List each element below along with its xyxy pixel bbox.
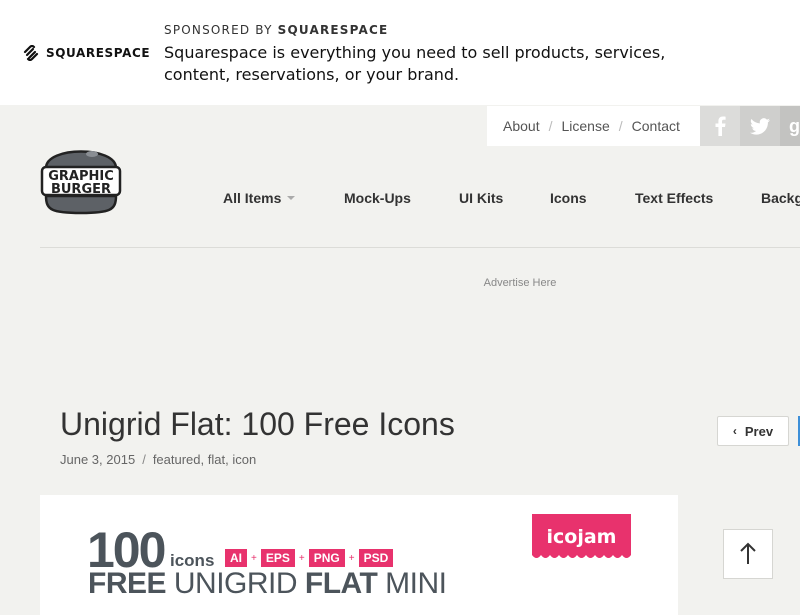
nav-backgrounds[interactable]: Backg (761, 190, 800, 206)
twitter-button[interactable] (740, 106, 780, 146)
plus-icon: + (298, 552, 305, 564)
preview-card[interactable]: 100 icons AI + EPS + PNG + PSD FREE UNIG… (40, 495, 678, 615)
back-to-top-button[interactable] (723, 529, 773, 579)
sponsor-text[interactable]: Squarespace is everything you need to se… (164, 42, 724, 86)
google-plus-icon: g (789, 115, 800, 136)
nav-all-items-label: All Items (223, 190, 282, 206)
icojam-badge-text: icojam (547, 526, 617, 548)
nav-text-effects[interactable]: Text Effects (635, 190, 713, 206)
arrow-up-icon (740, 542, 756, 564)
facebook-icon (715, 116, 726, 136)
sponsor-label-prefix: SPONSORED BY (164, 23, 273, 37)
about-link[interactable]: About (503, 118, 540, 134)
format-tag: PSD (358, 549, 394, 567)
prev-button-label: Prev (744, 423, 774, 439)
icojam-badge: icojam (532, 514, 631, 558)
post-date: June 3, 2015 (60, 452, 136, 467)
preview-mini: MINI (385, 567, 447, 600)
page-title: Unigrid Flat: 100 Free Icons (60, 406, 455, 442)
preview-subtitle: FREE UNIGRID FLAT MINI (88, 567, 447, 601)
preview-unigrid: UNIGRID (173, 567, 298, 600)
squarespace-logo[interactable]: SQUARESPACE (22, 44, 150, 62)
top-links: About / License / Contact (487, 106, 700, 146)
nav-mock-ups[interactable]: Mock-Ups (344, 190, 411, 206)
facebook-button[interactable] (700, 106, 740, 146)
plus-icon: + (251, 552, 257, 564)
squarespace-logo-text: SQUARESPACE (46, 46, 151, 60)
advertise-link[interactable]: Advertise Here (0, 277, 800, 289)
squarespace-icon (23, 45, 39, 61)
nav-ui-kits[interactable]: UI Kits (459, 190, 503, 206)
separator: / (618, 118, 623, 134)
separator: / (548, 118, 553, 134)
chevron-left-icon: ‹ (732, 424, 737, 438)
plus-icon: + (348, 552, 355, 564)
sponsor-label: SPONSORED BY SQUARESPACE (164, 23, 388, 37)
format-tag: AI (225, 549, 247, 567)
tag-link[interactable]: featured (153, 452, 201, 467)
separator: / (142, 452, 146, 467)
nav-all-items[interactable]: All Items (223, 190, 296, 206)
sponsor-label-brand: SQUARESPACE (277, 23, 389, 37)
license-link[interactable]: License (561, 118, 609, 134)
nav-divider (40, 247, 800, 248)
preview-flat: FLAT (304, 567, 378, 600)
caret-down-icon (287, 196, 296, 200)
format-tag: EPS (260, 549, 295, 567)
twitter-icon (750, 117, 770, 135)
google-plus-button[interactable]: g (780, 106, 800, 146)
tag-link[interactable]: flat (208, 452, 225, 467)
article-meta: June 3, 2015/featured, flat, icon (60, 452, 257, 467)
main-nav: All Items Mock-Ups UI Kits Icons Text Ef… (0, 190, 800, 210)
nav-icons[interactable]: Icons (550, 190, 587, 206)
format-tag: PNG (308, 549, 345, 567)
sponsor-banner[interactable]: SQUARESPACE SPONSORED BY SQUARESPACE Squ… (0, 0, 800, 105)
preview-free: FREE (88, 567, 167, 600)
contact-link[interactable]: Contact (632, 118, 680, 134)
prev-button[interactable]: ‹ Prev (717, 416, 789, 446)
tag-link[interactable]: icon (232, 452, 256, 467)
format-tags: AI + EPS + PNG + PSD (225, 549, 394, 567)
